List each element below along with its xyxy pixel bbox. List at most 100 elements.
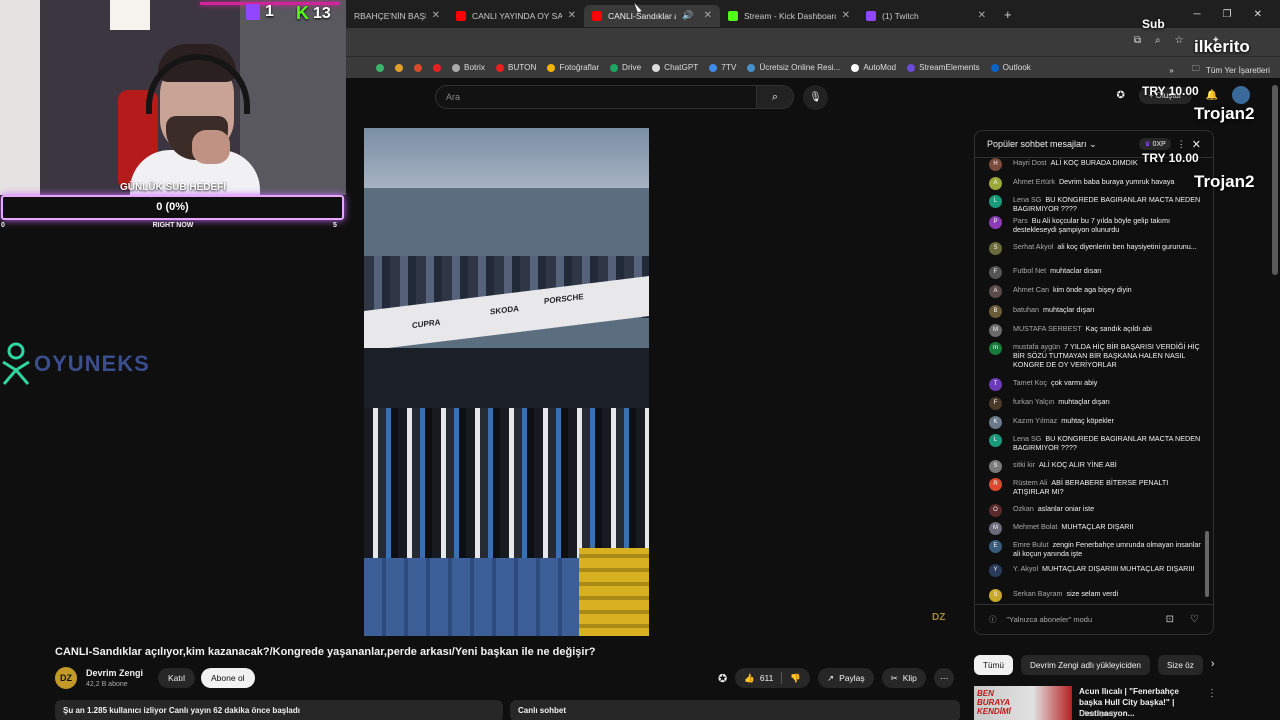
channel-avatar[interactable]: DZ xyxy=(55,667,77,689)
search-input[interactable]: Ara xyxy=(435,85,757,109)
chevron-right-icon[interactable]: › xyxy=(1211,655,1215,675)
chat-avatar[interactable]: P xyxy=(989,216,1002,229)
heart-icon[interactable]: ♡ xyxy=(1190,614,1199,625)
chat-author[interactable]: Kazım Yılmaz xyxy=(1013,416,1057,425)
chat-author[interactable]: Rüstem Ali xyxy=(1013,478,1047,487)
bell-icon[interactable]: 🔔 xyxy=(1206,90,1218,101)
chat-avatar[interactable]: Y xyxy=(989,564,1002,577)
bookmark-icon[interactable] xyxy=(395,63,403,72)
chat-author[interactable]: Lena SG xyxy=(1013,434,1041,443)
clip-button[interactable]: ✂ Klip xyxy=(881,668,926,688)
chat-author[interactable]: Futbol Net xyxy=(1013,266,1046,275)
new-tab-icon[interactable]: + xyxy=(994,7,1022,22)
close-icon[interactable]: ✕ xyxy=(568,10,576,21)
chat-author[interactable]: Y. Akyol xyxy=(1013,564,1038,573)
chat-avatar[interactable]: O xyxy=(989,504,1002,517)
star-icon[interactable]: ☆ xyxy=(1175,35,1184,46)
chat-author[interactable]: Ozkan xyxy=(1013,504,1034,513)
chat-avatar[interactable]: F xyxy=(989,397,1002,410)
chat-avatar[interactable]: m xyxy=(989,342,1002,355)
chat-author[interactable]: Ahmet Ertürk xyxy=(1013,177,1055,186)
chat-avatar[interactable]: L xyxy=(989,434,1002,447)
zoom-icon[interactable]: ⌕ xyxy=(1155,35,1161,46)
bookmark-streamelements[interactable]: StreamElements xyxy=(907,63,980,72)
bookmark-outlook[interactable]: Outlook xyxy=(990,63,1031,72)
chat-author[interactable]: mustafa aygün xyxy=(1013,342,1060,351)
chat-avatar[interactable]: T xyxy=(989,378,1002,391)
chat-author[interactable]: furkan Yalçın xyxy=(1013,397,1054,406)
info-icon[interactable]: ⓘ xyxy=(989,614,997,625)
search-button[interactable]: ⌕ xyxy=(756,85,794,109)
chip-for-you[interactable]: Size öz xyxy=(1157,655,1203,675)
close-icon[interactable]: ✕ xyxy=(978,10,986,21)
recommendation-channel[interactable]: Libre Sports xyxy=(1079,711,1117,718)
bookmark-automod[interactable]: AutoMod xyxy=(851,63,896,72)
like-button[interactable]: 👍 611 👎 xyxy=(735,668,810,688)
chevron-right-icon[interactable]: » xyxy=(1169,66,1174,75)
browser-tab[interactable]: RBAHÇE'NİN BAŞKAN ✕ xyxy=(346,5,448,27)
chat-author[interactable]: Pars xyxy=(1013,216,1028,225)
join-button[interactable]: Katıl xyxy=(158,668,196,688)
chat-avatar[interactable]: L xyxy=(989,195,1002,208)
browser-tab-active[interactable]: CANLI-Sandıklar açılıy 🔊 ✕ xyxy=(584,4,720,27)
share-button[interactable]: ↗ Paylaş xyxy=(817,668,874,688)
video-player[interactable]: CUPRA SKODA PORSCHE xyxy=(364,128,649,636)
chip-uploader[interactable]: Devrim Zengi adlı yükleyiciden xyxy=(1020,655,1150,675)
chat-author[interactable]: Serhat Akyol xyxy=(1013,242,1053,251)
chat-avatar[interactable]: F xyxy=(989,266,1002,279)
more-button[interactable]: ⋯ xyxy=(933,668,955,688)
chat-avatar[interactable]: S xyxy=(989,589,1002,602)
close-icon[interactable]: ✕ xyxy=(704,10,712,21)
bookmark-icon[interactable] xyxy=(414,63,422,72)
maximize-icon[interactable]: ❐ xyxy=(1223,9,1232,20)
recommendation-thumbnail[interactable]: BEN BURAYA KENDİMİ xyxy=(974,686,1072,720)
minimize-icon[interactable]: ─ xyxy=(1194,9,1201,20)
xp-badge[interactable]: ♛ 0XP xyxy=(1139,138,1171,150)
chat-author[interactable]: Mehmet Bolat xyxy=(1013,522,1057,531)
bookmark-image-tool[interactable]: Ücretsiz Online Resi... xyxy=(747,63,840,72)
bookmark-icon[interactable] xyxy=(376,63,384,72)
chat-avatar[interactable]: A xyxy=(989,177,1002,190)
speaker-icon[interactable]: 🔊 xyxy=(682,10,693,21)
chat-author[interactable]: Emre Bulut xyxy=(1013,540,1049,549)
close-icon[interactable]: ✕ xyxy=(842,10,850,21)
live-chat-tab[interactable]: Canlı sohbet xyxy=(510,700,960,720)
bookmark-botrix[interactable]: Botrix xyxy=(452,63,485,72)
channel-name[interactable]: Devrim Zengi xyxy=(86,668,143,678)
bookmark-icon[interactable] xyxy=(433,63,441,72)
super-chat-icon[interactable]: ⊡ xyxy=(1166,614,1174,625)
chat-author[interactable]: batuhan xyxy=(1013,305,1039,314)
bookmark-photos[interactable]: Fotoğraflar xyxy=(547,63,599,72)
browser-tab[interactable]: Stream - Kick Dashboard ✕ xyxy=(720,5,858,27)
chat-author[interactable]: MUSTAFA SERBEST xyxy=(1013,324,1082,333)
chat-author[interactable]: Ahmet Can xyxy=(1013,285,1049,294)
chat-author[interactable]: Serkan Bayram xyxy=(1013,589,1063,598)
browser-tab[interactable]: (1) Twitch ✕ xyxy=(858,5,994,27)
live-info[interactable]: Şu an 1.285 kullanıcı izliyor Canlı yayı… xyxy=(55,700,503,720)
bookmark-chatgpt[interactable]: ChatGPT xyxy=(652,63,698,72)
chat-scrollbar[interactable] xyxy=(1205,161,1209,601)
mic-button[interactable]: 🎙 xyxy=(803,85,828,110)
bookmark-drive[interactable]: Drive xyxy=(610,63,641,72)
chat-author[interactable]: Lena SG xyxy=(1013,195,1041,204)
chat-avatar[interactable]: E xyxy=(989,540,1002,553)
chat-avatar[interactable]: S xyxy=(989,460,1002,473)
chat-avatar[interactable]: M xyxy=(989,324,1002,337)
avatar[interactable] xyxy=(1232,86,1250,104)
thumb-down-icon[interactable]: 👎 xyxy=(790,673,801,684)
browser-tab[interactable]: CANLI YAYINDA OY SAYIM ✕ xyxy=(448,5,584,27)
kebab-icon[interactable]: ⋮ xyxy=(1177,139,1186,150)
chat-avatar[interactable]: R xyxy=(989,478,1002,491)
bookmark-7tv[interactable]: 7TV xyxy=(709,63,736,72)
chat-avatar[interactable]: B xyxy=(989,305,1002,318)
chat-avatar[interactable]: A xyxy=(989,285,1002,298)
chat-avatar[interactable]: M xyxy=(989,522,1002,535)
subscribe-button[interactable]: Abone ol xyxy=(201,668,255,688)
close-icon[interactable]: ✕ xyxy=(432,10,440,21)
close-icon[interactable]: ✕ xyxy=(1192,138,1201,151)
bookmark-buton[interactable]: BUTON xyxy=(495,63,536,72)
chat-author[interactable]: Hayri Dost xyxy=(1013,158,1047,167)
page-scrollbar[interactable] xyxy=(1272,85,1278,275)
thanks-icon[interactable]: ✪ xyxy=(718,672,727,685)
chat-avatar[interactable]: K xyxy=(989,416,1002,429)
